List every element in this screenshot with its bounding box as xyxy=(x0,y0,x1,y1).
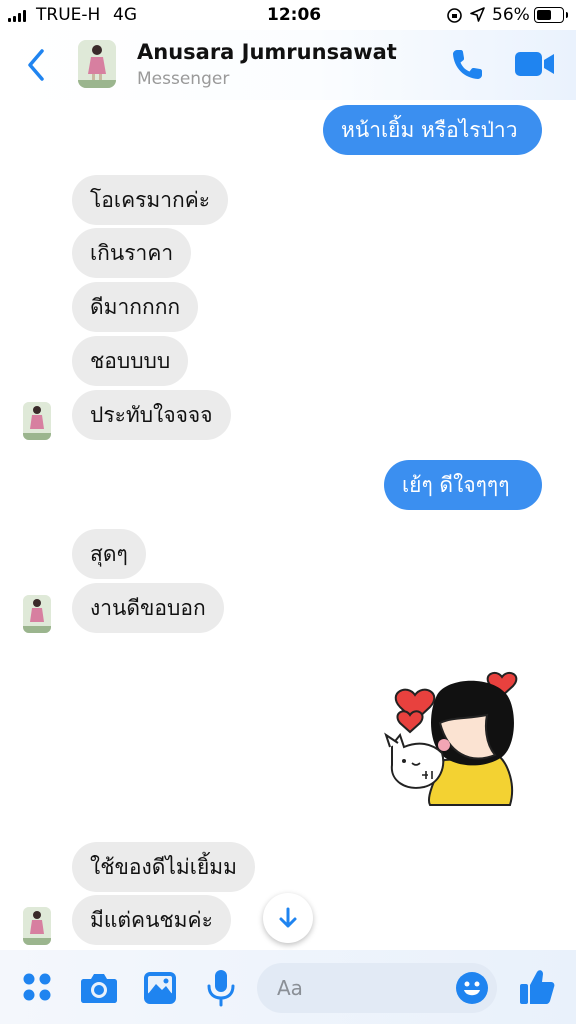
message-bubble-incoming[interactable]: ประทับใจจจจ xyxy=(72,390,231,440)
location-icon xyxy=(470,7,485,22)
like-button[interactable] xyxy=(518,968,556,1006)
phone-call-button[interactable] xyxy=(450,46,486,82)
message-bubble-incoming[interactable]: มีแต่คนชมค่ะ xyxy=(72,895,231,945)
camera-button[interactable] xyxy=(80,972,118,1004)
video-call-button[interactable] xyxy=(514,50,556,78)
network-label: 4G xyxy=(113,5,137,25)
contact-name: Anusara Jumrunsawat xyxy=(137,40,397,64)
contact-subtitle: Messenger xyxy=(137,69,230,89)
message-bubble-outgoing[interactable]: เย้ๆ ดีใจๆๆๆ xyxy=(384,460,542,510)
message-input-placeholder: Aa xyxy=(277,976,303,1000)
scroll-to-bottom-button[interactable] xyxy=(263,893,313,943)
contact-avatar[interactable] xyxy=(78,40,116,88)
rotation-lock-icon xyxy=(447,8,462,23)
arrow-down-icon xyxy=(279,907,297,928)
clock: 12:06 xyxy=(267,5,322,25)
sender-avatar[interactable] xyxy=(23,907,51,945)
sender-avatar[interactable] xyxy=(23,402,51,440)
sender-avatar[interactable] xyxy=(23,595,51,633)
status-bar: TRUE-H 4G 12:06 56% xyxy=(0,0,576,30)
message-bubble-incoming[interactable]: สุดๆ xyxy=(72,529,146,579)
carrier-label: TRUE-H xyxy=(36,5,101,25)
message-bubble-incoming[interactable]: โอเครมากค่ะ xyxy=(72,175,229,225)
more-actions-button[interactable] xyxy=(22,972,52,1002)
message-bubble-incoming[interactable]: งานดีขอบอก xyxy=(72,583,224,633)
conversation-header: Anusara Jumrunsawat Messenger xyxy=(0,30,576,100)
message-bubble-incoming[interactable]: ชอบบบบ xyxy=(72,336,189,386)
message-input[interactable]: Aa xyxy=(257,963,497,1013)
emoji-button[interactable] xyxy=(455,971,489,1005)
message-bubble-incoming[interactable]: เกินราคา xyxy=(72,228,192,278)
microphone-button[interactable] xyxy=(206,969,236,1007)
battery-percent: 56% xyxy=(492,5,530,25)
gallery-button[interactable] xyxy=(143,971,177,1005)
signal-icon xyxy=(8,10,30,22)
message-bubble-outgoing[interactable]: หน้าเยิ้ม หรือไรป่าว xyxy=(323,105,542,155)
message-bubble-incoming[interactable]: ใช้ของดีไม่เยิ้มม xyxy=(72,842,255,892)
message-bubble-incoming[interactable]: ดีมากกกก xyxy=(72,282,199,332)
battery-icon xyxy=(534,7,568,23)
composer-bar: Aa xyxy=(0,950,576,1024)
sticker-girl-cat[interactable] xyxy=(382,665,542,815)
back-button[interactable] xyxy=(22,45,52,85)
